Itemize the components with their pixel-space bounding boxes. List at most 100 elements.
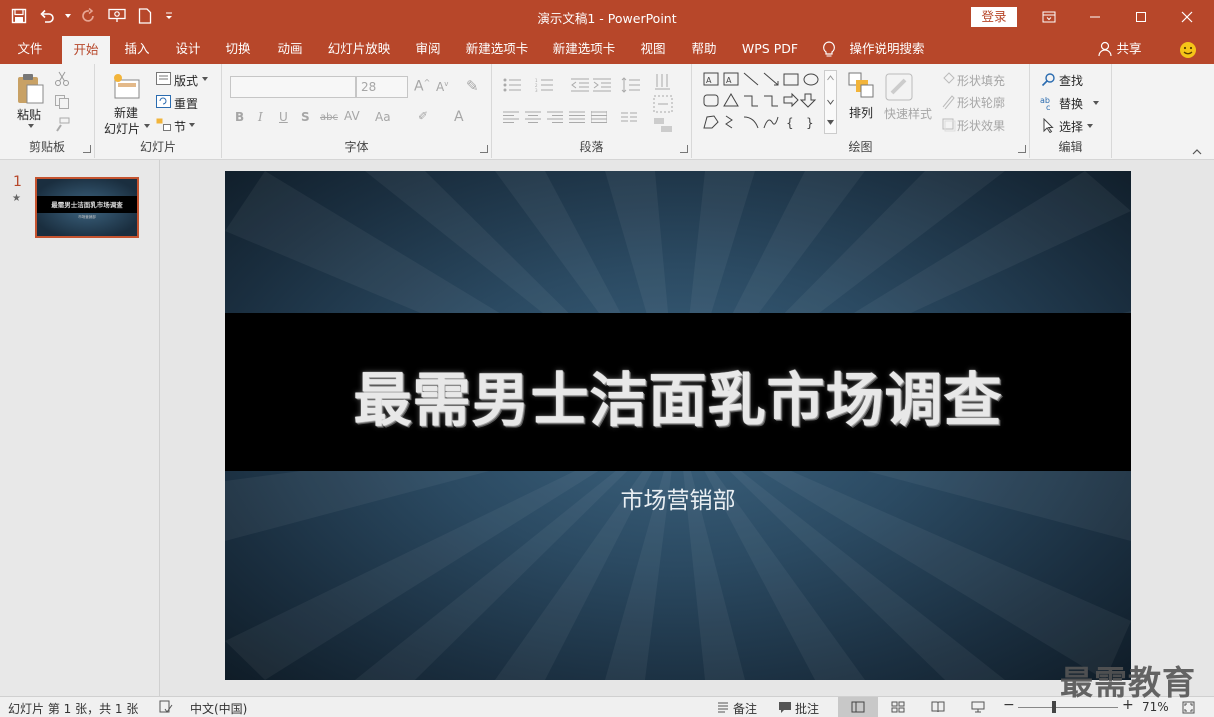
tab-wps-pdf[interactable]: WPS PDF [734, 34, 806, 64]
arrange-icon[interactable] [846, 70, 876, 100]
smiley-icon[interactable] [1178, 40, 1198, 60]
slide-subtitle[interactable]: 市场营销部 [225, 481, 1131, 515]
align-text-icon[interactable] [652, 94, 674, 114]
notes-button[interactable]: 备注 [733, 700, 757, 717]
tab-animations[interactable]: 动画 [268, 34, 312, 64]
reading-view-icon[interactable] [928, 699, 948, 715]
align-right-icon[interactable] [546, 110, 564, 124]
shape-effects-icon[interactable] [940, 116, 956, 132]
select-dropdown-icon[interactable] [1086, 122, 1094, 130]
layout-dropdown-icon[interactable] [201, 75, 209, 83]
save-icon[interactable] [8, 5, 30, 27]
tab-file[interactable]: 文件 [6, 34, 54, 64]
align-left-icon[interactable] [502, 110, 520, 124]
shape-fill-button[interactable]: 形状填充 [957, 72, 1005, 89]
font-size-combo[interactable]: 28 [356, 76, 408, 98]
grow-font-icon[interactable]: A^ [414, 78, 430, 95]
layout-icon[interactable] [155, 71, 171, 85]
justify-icon[interactable] [568, 110, 586, 124]
clipboard-dialog-launcher[interactable] [83, 145, 91, 153]
strikethrough-icon[interactable]: abc [320, 112, 338, 123]
bullets-icon[interactable] [502, 76, 524, 94]
shape-outline-icon[interactable] [940, 93, 956, 109]
quick-styles-icon[interactable] [882, 70, 916, 104]
format-painter-icon[interactable] [53, 116, 71, 134]
spelling-check-icon[interactable] [158, 699, 174, 715]
redo-icon[interactable] [78, 5, 100, 27]
tab-review[interactable]: 审阅 [406, 34, 450, 64]
maximize-icon[interactable] [1118, 0, 1164, 34]
reset-button[interactable]: 重置 [174, 95, 198, 112]
slide-thumbnail[interactable]: 最需男士洁面乳市场调查 市场营销部 [35, 177, 139, 238]
paste-icon[interactable] [14, 72, 46, 106]
select-icon[interactable] [1040, 117, 1056, 133]
normal-view-icon[interactable] [838, 697, 878, 717]
paragraph-dialog-launcher[interactable] [680, 145, 688, 153]
clear-formatting-icon[interactable]: ✎ [466, 77, 479, 95]
slideshow-view-icon[interactable] [968, 699, 988, 715]
find-button[interactable]: 查找 [1059, 72, 1083, 89]
replace-dropdown-icon[interactable] [1092, 99, 1100, 107]
cut-icon[interactable] [53, 70, 71, 88]
shape-fill-icon[interactable] [940, 71, 956, 87]
tab-new-tab-2[interactable]: 新建选项卡 [545, 34, 623, 64]
italic-icon[interactable]: I [258, 110, 263, 124]
quick-styles-button[interactable]: 快速样式 [884, 105, 932, 122]
character-spacing-icon[interactable]: AV [344, 109, 360, 123]
arrange-button[interactable]: 排列 [849, 104, 873, 121]
find-icon[interactable] [1040, 71, 1056, 87]
zoom-slider[interactable] [1018, 701, 1118, 713]
new-slide-icon[interactable] [109, 70, 143, 102]
tab-design[interactable]: 设计 [166, 34, 210, 64]
font-color-icon[interactable]: A [454, 109, 464, 125]
slideshow-from-start-icon[interactable] [106, 5, 128, 27]
line-spacing-icon[interactable] [620, 76, 642, 94]
new-file-icon[interactable] [134, 5, 156, 27]
ribbon-display-options-icon[interactable] [1026, 0, 1072, 34]
undo-dropdown-icon[interactable] [64, 5, 72, 27]
customize-qat-icon[interactable] [162, 5, 176, 27]
close-icon[interactable] [1164, 0, 1210, 34]
underline-icon[interactable]: U [279, 110, 288, 124]
tab-home[interactable]: 开始 [62, 36, 110, 64]
login-button[interactable]: 登录 [971, 7, 1017, 27]
select-button[interactable]: 选择 [1059, 118, 1083, 135]
replace-icon[interactable]: ab c [1040, 94, 1056, 110]
tab-help[interactable]: 帮助 [682, 34, 726, 64]
copy-icon[interactable] [53, 93, 71, 111]
text-shadow-icon[interactable]: S [301, 110, 310, 124]
smartart-icon[interactable] [652, 116, 674, 134]
font-dialog-launcher[interactable] [480, 145, 488, 153]
align-center-icon[interactable] [524, 110, 542, 124]
collapse-ribbon-icon[interactable] [1190, 146, 1204, 158]
undo-icon[interactable] [36, 5, 58, 27]
reset-icon[interactable] [155, 94, 171, 108]
minimize-icon[interactable] [1072, 0, 1118, 34]
tab-new-tab-1[interactable]: 新建选项卡 [458, 34, 536, 64]
share-button[interactable]: 共享 [1114, 34, 1144, 64]
font-name-combo[interactable] [230, 76, 356, 98]
comments-icon[interactable] [777, 700, 792, 714]
bold-icon[interactable]: B [235, 110, 244, 124]
tab-insert[interactable]: 插入 [114, 34, 160, 64]
columns-icon[interactable] [620, 110, 638, 124]
slide-title[interactable]: 最需男士洁面乳市场调查 [225, 353, 1131, 437]
section-dropdown-icon[interactable] [188, 121, 196, 129]
decrease-indent-icon[interactable] [570, 76, 590, 94]
slide-canvas[interactable]: 最需男士洁面乳市场调查 市场营销部 [225, 171, 1131, 680]
replace-button[interactable]: 替换 [1059, 95, 1083, 112]
change-case-icon[interactable]: Aa [375, 110, 391, 124]
comments-button[interactable]: 批注 [795, 700, 819, 717]
slide-sorter-view-icon[interactable] [888, 699, 908, 715]
increase-indent-icon[interactable] [592, 76, 612, 94]
section-button[interactable]: 节 [174, 118, 186, 135]
shape-outline-button[interactable]: 形状轮廓 [957, 94, 1005, 111]
tell-me-search[interactable]: 操作说明搜索 [842, 34, 932, 64]
tab-slideshow[interactable]: 幻灯片放映 [320, 34, 398, 64]
highlight-icon[interactable]: ✐ [418, 109, 428, 123]
shape-effects-button[interactable]: 形状效果 [957, 117, 1005, 134]
shrink-font-icon[interactable]: Av [436, 80, 448, 94]
tab-transitions[interactable]: 切换 [216, 34, 260, 64]
zoom-slider-thumb[interactable] [1051, 701, 1056, 713]
text-direction-icon[interactable] [652, 72, 674, 92]
